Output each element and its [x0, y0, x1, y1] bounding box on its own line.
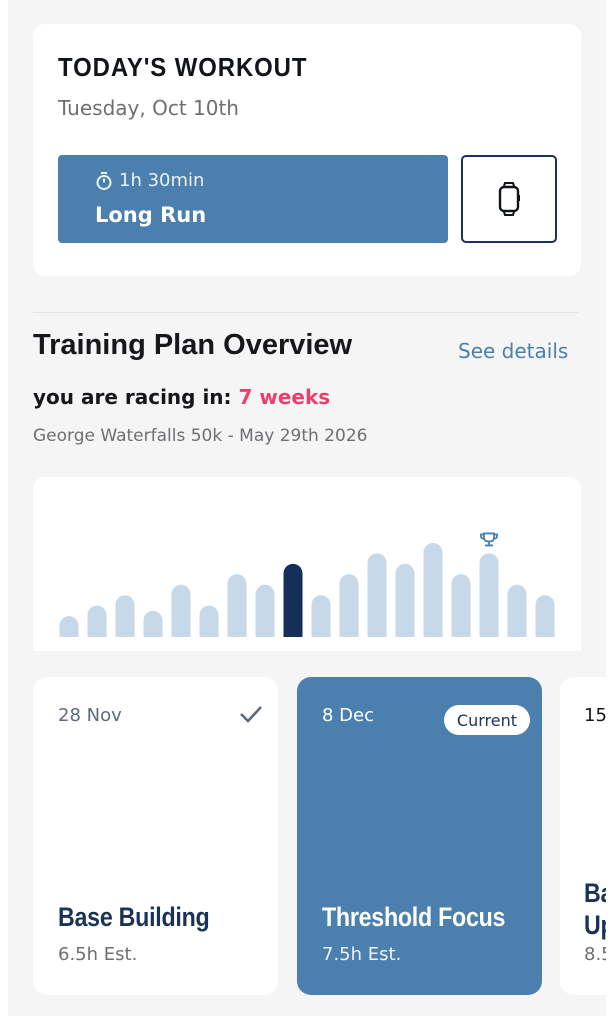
week-estimate: 8.5: [584, 944, 606, 965]
racing-label: you are racing in:: [33, 385, 232, 409]
current-badge: Current: [443, 705, 530, 735]
todays-workout-card: TODAY'S WORKOUT Tuesday, Oct 10th 1h 30m…: [33, 24, 581, 276]
racing-weeks: 7 weeks: [238, 385, 331, 409]
week-name: Ba Up: [584, 878, 606, 940]
section-divider: [33, 312, 578, 313]
smartwatch-icon: [498, 182, 520, 216]
week-card-28-nov[interactable]: 28 Nov Base Building 6.5h Est.: [33, 677, 278, 995]
chart-bar[interactable]: [227, 574, 247, 647]
chart-bar-current[interactable]: [283, 563, 303, 647]
race-name: George Waterfalls 50k - May 29th 2026: [33, 426, 368, 446]
week-card-8-dec[interactable]: 8 Dec Current Threshold Focus 7.5h Est.: [297, 677, 542, 995]
trophy-icon: [480, 532, 498, 547]
chart-bar[interactable]: [423, 543, 443, 647]
workout-name: Long Run: [95, 203, 207, 227]
workout-duration: 1h 30min: [95, 170, 204, 191]
see-details-link[interactable]: See details: [458, 339, 568, 363]
workout-heading: TODAY'S WORKOUT: [58, 52, 308, 82]
week-estimate: 7.5h Est.: [322, 944, 402, 965]
app-panel: TODAY'S WORKOUT Tuesday, Oct 10th 1h 30m…: [8, 0, 606, 1016]
weekly-volume-chart: [33, 477, 581, 651]
workout-duration-text: 1h 30min: [119, 170, 205, 191]
week-date: 15: [584, 705, 606, 726]
training-plan-title: Training Plan Overview: [33, 329, 353, 361]
week-card-15[interactable]: 15 Ba Up 8.5: [560, 677, 606, 995]
workout-run-button[interactable]: 1h 30min Long Run: [58, 155, 448, 243]
sync-watch-button[interactable]: [461, 155, 557, 243]
racing-countdown: you are racing in: 7 weeks: [33, 385, 330, 409]
week-date: 8 Dec: [322, 705, 375, 726]
checkmark-icon: [240, 706, 262, 723]
week-name: Base Building: [58, 902, 210, 932]
chart-bar[interactable]: [479, 553, 499, 647]
chart-bar[interactable]: [339, 574, 359, 647]
week-estimate: 6.5h Est.: [58, 944, 138, 965]
week-date: 28 Nov: [58, 705, 122, 726]
week-name: Threshold Focus: [322, 902, 506, 932]
workout-date: Tuesday, Oct 10th: [58, 96, 239, 120]
stopwatch-icon: [96, 171, 112, 190]
chart-baseline-mask: [33, 637, 581, 651]
chart-bar[interactable]: [395, 563, 415, 647]
chart-bar[interactable]: [367, 553, 387, 647]
weekly-volume-bars: [33, 532, 581, 651]
chart-bar[interactable]: [451, 574, 471, 647]
